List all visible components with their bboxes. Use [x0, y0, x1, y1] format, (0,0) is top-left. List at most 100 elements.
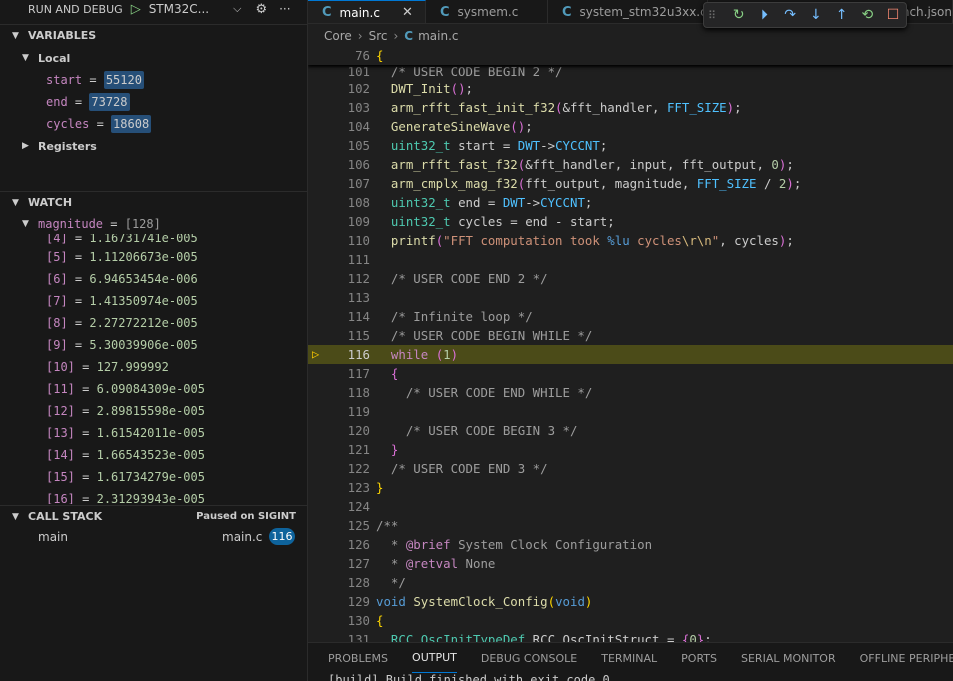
bottom-panel: PROBLEMS OUTPUT DEBUG CONSOLE TERMINAL P… — [308, 642, 953, 681]
equals-sign: = — [89, 117, 112, 131]
equals-sign: = — [82, 73, 104, 87]
tab-output[interactable]: OUTPUT — [412, 643, 457, 673]
code-line: 117 { — [308, 364, 953, 383]
tab-ports[interactable]: PORTS — [681, 643, 717, 673]
code-line: 122 /* USER CODE END 3 */ — [308, 459, 953, 478]
code-line: 129 void SystemClock_Config(void) — [308, 592, 953, 611]
chevron-down-icon: ▼ — [12, 30, 19, 41]
line-number: 115 — [347, 328, 370, 343]
start-debugging-icon[interactable]: ▷ — [131, 2, 141, 17]
line-code: * @brief System Clock Configuration — [376, 537, 653, 552]
step-over-icon[interactable]: ↷ — [777, 7, 803, 23]
array-value: 2.31293943e-005 — [96, 492, 205, 504]
variable-value: 55120 — [103, 71, 144, 89]
local-scope[interactable]: ▼ Local — [0, 47, 70, 69]
line-code: /* USER CODE BEGIN WHILE */ — [390, 328, 593, 343]
variable-row[interactable]: end = 73728 — [0, 91, 130, 113]
variable-value: 73728 — [89, 93, 130, 111]
chevron-right-icon: › — [357, 29, 363, 43]
array-index: [4] — [46, 234, 68, 245]
callstack-section-header[interactable]: ▼ CALL STACK Paused on SIGINT — [0, 505, 307, 527]
watch-item[interactable]: [9] = 5.30039906e-005 — [0, 334, 198, 356]
line-code: } — [376, 480, 384, 495]
code-line: 123} — [308, 478, 953, 497]
variable-row[interactable]: start = 55120 — [0, 69, 144, 91]
tab-problems[interactable]: PROBLEMS — [328, 643, 388, 673]
tab-debug-console[interactable]: DEBUG CONSOLE — [481, 643, 577, 673]
line-code: GenerateSineWave(); — [390, 119, 533, 134]
watch-section-header[interactable]: ▼ WATCH — [0, 191, 307, 213]
breadcrumb-item[interactable]: Src — [369, 29, 388, 43]
line-number: 106 — [347, 157, 370, 172]
line-number: 105 — [347, 138, 370, 153]
tab-serial-monitor[interactable]: SERIAL MONITOR — [741, 643, 836, 673]
array-index: [16] — [46, 492, 75, 504]
watch-item[interactable]: [16] = 2.31293943e-005 — [0, 488, 205, 504]
reload-icon[interactable]: ⟲ — [854, 7, 880, 23]
line-number: 114 — [347, 309, 370, 324]
sticky-scroll-line[interactable]: 76 { — [308, 46, 953, 65]
frame-line-badge: 116 — [269, 528, 295, 545]
step-into-icon[interactable]: ↓ — [803, 7, 829, 23]
line-code: DWT_Init(); — [390, 81, 473, 96]
chevron-down-icon[interactable]: ⌵ — [233, 2, 241, 16]
tab-system-stm32[interactable]: C system_stm32u3xx.c — [548, 0, 708, 23]
code-editor[interactable]: 101 /* USER CODE BEGIN 2 */ 102 DWT_Init… — [308, 46, 953, 642]
line-number: 111 — [347, 252, 370, 267]
c-file-icon: C — [404, 29, 414, 43]
variables-section-header[interactable]: ▼ VARIABLES — [0, 24, 307, 46]
tab-offline-peripherals[interactable]: OFFLINE PERIPHERALS — [860, 643, 953, 673]
watch-item[interactable]: [10] = 127.999992 — [0, 356, 169, 378]
step-out-icon[interactable]: ↑ — [829, 7, 855, 23]
watch-item[interactable]: [7] = 1.41350974e-005 — [0, 290, 198, 312]
watch-item[interactable]: [14] = 1.66543523e-005 — [0, 444, 205, 466]
frame-function: main — [38, 530, 68, 544]
line-code: } — [390, 442, 399, 457]
continue-icon[interactable]: ⏵ — [752, 7, 778, 23]
array-value: 6.09084309e-005 — [96, 382, 205, 396]
code-line: 107 arm_cmplx_mag_f32(fft_output, magnit… — [308, 174, 953, 193]
line-code: arm_cmplx_mag_f32(fft_output, magnitude,… — [390, 176, 802, 191]
tab-main-c[interactable]: C main.c ✕ — [308, 0, 426, 23]
gear-icon[interactable]: ⚙ — [255, 2, 267, 17]
array-index: [13] — [46, 426, 75, 440]
line-code: uint32_t start = DWT->CYCCNT; — [390, 138, 608, 153]
variable-row[interactable]: cycles = 18608 — [0, 113, 152, 135]
line-number: 130 — [347, 613, 370, 628]
watch-item[interactable]: [8] = 2.27272212e-005 — [0, 312, 198, 334]
stack-frame[interactable]: main main.c 116 — [0, 526, 307, 548]
code-line: 127 * @retval None — [308, 554, 953, 573]
debug-config-select[interactable]: STM32C... — [149, 2, 209, 16]
line-code: arm_rfft_fast_init_f32(&fft_handler, FFT… — [390, 100, 742, 115]
stop-icon[interactable]: ☐ — [880, 7, 906, 23]
tab-terminal[interactable]: TERMINAL — [601, 643, 657, 673]
line-code: { — [376, 48, 384, 63]
registers-scope[interactable]: ▶ Registers — [0, 135, 97, 157]
more-actions-icon[interactable]: ··· — [279, 2, 290, 16]
watch-item[interactable]: [15] = 1.61734279e-005 — [0, 466, 205, 488]
registers-label: Registers — [38, 139, 97, 153]
close-icon[interactable]: ✕ — [402, 5, 413, 20]
breadcrumb-item[interactable]: main.c — [418, 29, 458, 43]
watch-item[interactable]: [12] = 2.89815598e-005 — [0, 400, 205, 422]
watch-item[interactable]: [13] = 1.61542011e-005 — [0, 422, 205, 444]
line-number: 129 — [347, 594, 370, 609]
restart-icon[interactable]: ↻ — [726, 7, 752, 23]
watch-expression[interactable]: ▼ magnitude = [128] — [0, 213, 161, 235]
line-number: 127 — [347, 556, 370, 571]
line-code: /* USER CODE END 3 */ — [390, 461, 548, 476]
drag-handle-icon[interactable]: ⠿ — [708, 9, 726, 22]
breadcrumb: Core › Src › C main.c — [308, 26, 953, 46]
code-line: 112 /* USER CODE END 2 */ — [308, 269, 953, 288]
watch-item[interactable]: [6] = 6.94653454e-006 — [0, 268, 198, 290]
variables-title: VARIABLES — [28, 29, 97, 42]
variable-name: cycles — [46, 117, 90, 131]
watch-item[interactable]: [5] = 1.11206673e-005 — [0, 246, 198, 268]
line-code: /* USER CODE END 2 */ — [390, 271, 548, 286]
line-number: 118 — [347, 385, 370, 400]
watch-items-list[interactable]: [4] = 1.16731741e-005 [5] = 1.11206673e-… — [0, 234, 307, 504]
watch-item[interactable]: [11] = 6.09084309e-005 — [0, 378, 205, 400]
code-line: 115 /* USER CODE BEGIN WHILE */ — [308, 326, 953, 345]
tab-sysmem-c[interactable]: C sysmem.c — [426, 0, 548, 23]
breadcrumb-item[interactable]: Core — [324, 29, 352, 43]
